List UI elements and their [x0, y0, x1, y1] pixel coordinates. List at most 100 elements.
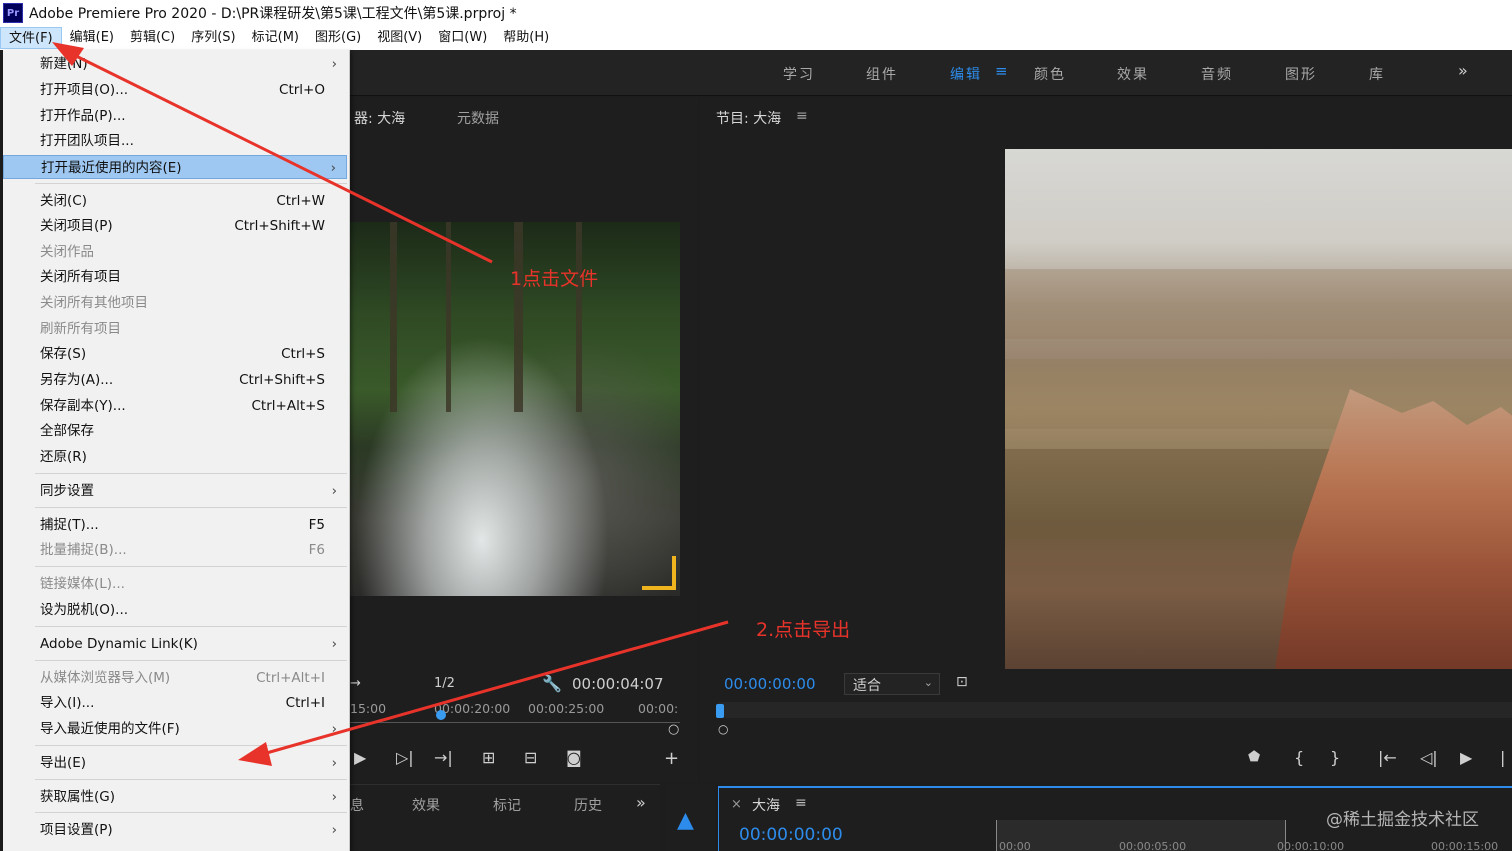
marker-icon[interactable]: ⬟ [1248, 749, 1260, 765]
file-menu-item-refresh-all-projects[interactable]: 刷新所有项目 [3, 317, 347, 341]
menu-separator [35, 473, 347, 474]
file-menu-item-label: 保存副本(Y)... [40, 398, 126, 414]
file-menu-shortcut: Ctrl+O [279, 82, 325, 98]
timeline-timecode[interactable]: 00:00:00:00 [739, 825, 843, 845]
step-back-icon[interactable]: ◁| [1420, 748, 1438, 767]
file-menu-item-save-all[interactable]: 全部保存 [3, 419, 347, 443]
zoom-handle-icon[interactable]: ○ [718, 722, 728, 736]
file-menu-item-export[interactable]: 导出(E) › [3, 751, 347, 775]
source-playhead[interactable] [436, 710, 446, 720]
file-menu-item-capture[interactable]: 捕捉(T)... F5 [3, 513, 347, 537]
tab-history[interactable]: 历史 [574, 795, 602, 815]
tab-source[interactable]: 器: 大海 [354, 108, 405, 128]
file-menu-item-save-as[interactable]: 另存为(A)... Ctrl+Shift+S [3, 368, 347, 392]
file-menu-item-open-project[interactable]: 打开项目(O)... Ctrl+O [3, 78, 347, 102]
file-menu-shortcut: Ctrl+Shift+S [239, 372, 325, 388]
menu-markers[interactable]: 标记(M) [244, 27, 307, 49]
add-button-icon[interactable]: + [664, 748, 679, 769]
menu-separator [35, 183, 347, 184]
program-playhead[interactable] [716, 704, 724, 718]
source-resolution[interactable]: 1/2 [434, 676, 455, 691]
file-menu-item-new[interactable]: 新建(N) › [3, 52, 347, 76]
workspace-menu-icon[interactable]: ≡ [995, 62, 1008, 80]
settings-icon[interactable]: ⊡ [956, 674, 968, 690]
file-menu-item-batch-capture[interactable]: 批量捕捉(B)... F6 [3, 538, 347, 562]
file-menu-item-label: 另存为(A)... [40, 372, 114, 388]
insert-icon[interactable]: ⊞ [482, 748, 495, 767]
menu-clip[interactable]: 剪辑(C) [122, 27, 183, 49]
program-monitor-panel: 节目: 大海 ≡ 00:00:00:00 适合 ⌄ ⊡ ○ ⬟ { } |← ◁… [700, 98, 1512, 782]
file-menu-item-open-production[interactable]: 打开作品(P)... [3, 104, 347, 128]
file-menu-item-import-recent-file[interactable]: 导入最近使用的文件(F) › [3, 717, 347, 741]
play-icon[interactable]: ▶ [354, 748, 366, 767]
tab-markers[interactable]: 标记 [493, 795, 521, 815]
workspace-tab-editing[interactable]: 编辑 [950, 64, 982, 84]
step-forward-icon[interactable]: ▷| [396, 748, 414, 767]
file-menu-shortcut: Ctrl+Alt+I [256, 670, 325, 686]
menu-graphics[interactable]: 图形(G) [307, 27, 369, 49]
file-menu-item-close-project[interactable]: 关闭项目(P) Ctrl+Shift+W [3, 214, 347, 238]
workspace-tab-graphics[interactable]: 图形 [1285, 64, 1317, 84]
mark-in-icon[interactable]: { [1294, 748, 1304, 767]
file-menu-item-open-recent[interactable]: 打开最近使用的内容(E) › [3, 155, 347, 179]
close-icon[interactable]: × [731, 797, 742, 812]
tab-info[interactable]: 息 [350, 795, 364, 815]
file-menu-item-close-all-projects[interactable]: 关闭所有项目 [3, 265, 347, 289]
selection-tool-icon[interactable]: ▲ [677, 808, 694, 833]
tab-effects[interactable]: 效果 [412, 795, 440, 815]
menu-window[interactable]: 窗口(W) [430, 27, 495, 49]
program-play-icon[interactable]: ▶ [1460, 748, 1472, 767]
workspace-tab-color[interactable]: 颜色 [1034, 64, 1066, 84]
file-menu-item-dynamic-link[interactable]: Adobe Dynamic Link(K) › [3, 632, 347, 656]
file-menu-item-import-from-media-browser[interactable]: 从媒体浏览器导入(M) Ctrl+Alt+I [3, 666, 347, 690]
file-menu-item-import[interactable]: 导入(I)... Ctrl+I [3, 691, 347, 715]
file-menu-item-open-team-project[interactable]: 打开团队项目... [3, 129, 347, 153]
chevron-right-icon: › [331, 721, 337, 737]
file-menu-item-label: 打开项目(O)... [40, 82, 129, 98]
project-panel: 息 效果 标记 历史 » [350, 784, 660, 851]
menu-edit[interactable]: 编辑(E) [62, 27, 122, 49]
file-menu-item-link-media[interactable]: 链接媒体(L)... [3, 572, 347, 596]
step-forward-icon[interactable]: | [1500, 748, 1505, 767]
workspace-tab-libraries[interactable]: 库 [1369, 64, 1385, 84]
program-timecode[interactable]: 00:00:00:00 [724, 675, 816, 693]
source-timecode[interactable]: 00:00:04:07 [572, 675, 664, 693]
workspace-more-icon[interactable]: » [1458, 61, 1468, 80]
file-menu-item-revert[interactable]: 还原(R) [3, 445, 347, 469]
file-menu-item-sync-settings[interactable]: 同步设置 › [3, 479, 347, 503]
file-menu-item-label: 关闭所有项目 [40, 269, 121, 285]
fit-dropdown[interactable]: 适合 ⌄ [844, 673, 940, 695]
wrench-icon[interactable]: 🔧 [542, 674, 562, 693]
file-menu-item-close-production[interactable]: 关闭作品 [3, 240, 347, 264]
workspace-tab-audio[interactable]: 音频 [1201, 64, 1233, 84]
timeline-title[interactable]: 大海 [752, 795, 780, 815]
ruler-label: 15:00 [350, 701, 387, 716]
workspace-tab-learn[interactable]: 学习 [783, 64, 815, 84]
go-to-out-icon[interactable]: →| [434, 748, 453, 767]
file-menu-item-save[interactable]: 保存(S) Ctrl+S [3, 342, 347, 366]
file-menu-item-project-settings[interactable]: 项目设置(P) › [3, 818, 347, 842]
workspace-tab-effects[interactable]: 效果 [1117, 64, 1149, 84]
timeline-menu-icon[interactable]: ≡ [795, 795, 807, 811]
file-menu-item-get-properties[interactable]: 获取属性(G) › [3, 785, 347, 809]
program-menu-icon[interactable]: ≡ [796, 108, 808, 124]
go-to-in-icon[interactable]: |← [1378, 748, 1397, 767]
workspace-tab-assembly[interactable]: 组件 [866, 64, 898, 84]
menu-view[interactable]: 视图(V) [369, 27, 430, 49]
panel-more-icon[interactable]: » [636, 793, 646, 812]
menu-sequence[interactable]: 序列(S) [183, 27, 243, 49]
program-title[interactable]: 节目: 大海 [716, 108, 781, 128]
file-menu-item-save-copy[interactable]: 保存副本(Y)... Ctrl+Alt+S [3, 394, 347, 418]
program-video-frame [1005, 149, 1512, 669]
menu-help[interactable]: 帮助(H) [495, 27, 557, 49]
file-menu-item-close[interactable]: 关闭(C) Ctrl+W [3, 189, 347, 213]
file-menu-item-close-all-other-projects[interactable]: 关闭所有其他项目 [3, 291, 347, 315]
zoom-handle-icon[interactable]: ○ [668, 722, 679, 737]
chevron-right-icon: › [331, 483, 337, 499]
overwrite-icon[interactable]: ⊟ [524, 748, 537, 767]
menu-file[interactable]: 文件(F) [0, 27, 62, 49]
file-menu-item-make-offline[interactable]: 设为脱机(O)... [3, 598, 347, 622]
camera-icon[interactable]: ◙ [566, 748, 582, 767]
tab-metadata[interactable]: 元数据 [457, 108, 499, 128]
mark-out-icon[interactable]: } [1330, 748, 1340, 767]
